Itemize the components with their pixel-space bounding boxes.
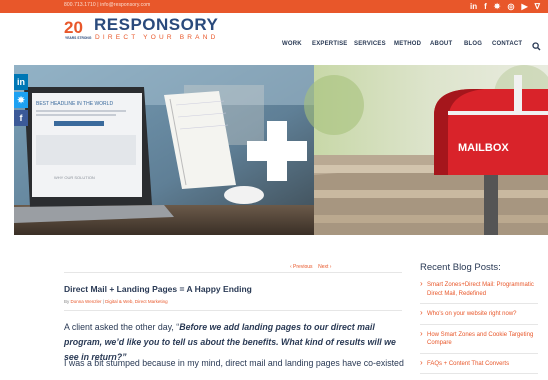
category-links[interactable]: Digital & Web, Direct Marketing <box>105 299 167 304</box>
recent-post-link[interactable]: How Smart Zones and Cookie Targeting Com… <box>420 330 538 354</box>
recent-posts-title: Recent Blog Posts: <box>420 262 501 273</box>
recent-post-link[interactable]: Who's on your website right now? <box>420 309 538 325</box>
linkedin-share-icon[interactable]: in <box>14 74 28 90</box>
rss-icon[interactable]: ∇ <box>535 1 540 12</box>
logo-wordmark[interactable]: RESPONSORY <box>94 15 218 35</box>
search-icon[interactable] <box>532 38 541 56</box>
share-bar: in ✵ f <box>14 74 28 128</box>
nav-contact[interactable]: CONTACT <box>492 41 522 47</box>
recent-post-link[interactable]: Smart Zones+Direct Mail: Programmatic Di… <box>420 280 538 304</box>
next-link[interactable]: Next › <box>318 264 331 270</box>
hero-image: BEST HEADLINE IN THE WORLD WHY OUR SOLUT… <box>14 65 548 235</box>
logo-years: YEARS STRONG <box>65 36 92 40</box>
sidebar: Recent Blog Posts: Smart Zones+Direct Ma… <box>420 262 538 380</box>
contact-info: 800.713.1710 | info@responsory.com <box>64 2 151 8</box>
screen-footer: WHY OUR SOLUTION <box>54 175 95 180</box>
instagram-icon[interactable]: ◎ <box>508 1 515 12</box>
prev-link[interactable]: ‹ Previous <box>290 264 313 270</box>
divider <box>64 272 402 273</box>
logo-badge[interactable]: 20 YEARS STRONG <box>64 18 92 45</box>
social-links: in f ✵ ◎ ▶ ∇ <box>470 1 540 12</box>
post-pager: ‹ Previous Next › <box>290 264 331 270</box>
screen-headline: BEST HEADLINE IN THE WORLD <box>36 101 113 107</box>
byline-by: By <box>64 299 70 304</box>
twitter-share-icon[interactable]: ✵ <box>14 92 28 108</box>
twitter-icon[interactable]: ✵ <box>494 1 501 12</box>
logo-tagline: DIRECT YOUR BRAND <box>95 34 219 41</box>
nav-services[interactable]: SERVICES <box>354 41 386 47</box>
nav-expertise[interactable]: EXPERTISE <box>312 41 347 47</box>
linkedin-icon[interactable]: in <box>470 1 477 12</box>
youtube-icon[interactable]: ▶ <box>521 1 527 12</box>
author-link[interactable]: Donna Wenzler <box>71 299 102 304</box>
nav-method[interactable]: METHOD <box>394 41 421 47</box>
mailbox-label: MAILBOX <box>458 142 509 154</box>
nav-work[interactable]: WORK <box>282 41 302 47</box>
divider <box>64 310 402 311</box>
intro-plain: A client asked the other day, “ <box>64 322 180 332</box>
nav-about[interactable]: ABOUT <box>430 41 452 47</box>
nav-blog[interactable]: BLOG <box>464 41 482 47</box>
facebook-icon[interactable]: f <box>484 1 487 12</box>
logo-number: 20 <box>64 18 83 37</box>
post-paragraph: I was a bit stumped because in my mind, … <box>64 358 404 368</box>
post-title[interactable]: Direct Mail + Landing Pages = A Happy En… <box>64 284 252 294</box>
top-bar: 800.713.1710 | info@responsory.com in f … <box>0 0 548 13</box>
facebook-share-icon[interactable]: f <box>14 110 28 126</box>
recent-post-link[interactable]: FAQs + Content That Converts <box>420 359 538 374</box>
post-byline: By Donna Wenzler | Digital & Web, Direct… <box>64 299 168 304</box>
